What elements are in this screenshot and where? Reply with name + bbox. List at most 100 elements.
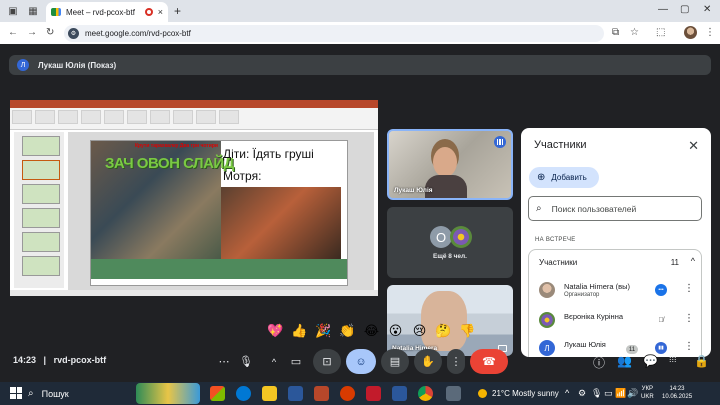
window-maximize-button[interactable]: ▢: [680, 4, 689, 15]
browser-tab-meet[interactable]: Meet – rvd-pcox-btf ×: [46, 2, 168, 22]
panel-title: Участники: [534, 139, 587, 151]
search-people-input[interactable]: ⌕ Поиск пользователей: [528, 196, 702, 221]
reaction-thumbs-up[interactable]: 👍: [288, 320, 311, 342]
tray-overflow-icon[interactable]: ^: [565, 388, 569, 398]
store-app-icon[interactable]: [288, 386, 303, 401]
copilot-app-icon[interactable]: [210, 386, 225, 401]
forward-button[interactable]: →: [27, 27, 37, 38]
speaking-indicator-icon: ▮▮: [655, 342, 667, 354]
address-bar[interactable]: ⚙ meet.google.com/rvd-pcox-btf: [64, 25, 604, 42]
meet-favicon-icon: [51, 8, 61, 16]
chrome-app-icon[interactable]: [418, 386, 433, 401]
search-highlight-image[interactable]: [136, 383, 200, 404]
tray-display-icon[interactable]: ▭: [604, 388, 613, 399]
recording-indicator-icon: [144, 8, 153, 16]
taskbar-search[interactable]: ⌕ Пошук: [28, 385, 138, 402]
present-screen-button[interactable]: ⊡: [313, 349, 341, 374]
extensions-icon[interactable]: ⬚: [656, 27, 665, 38]
list-item[interactable]: Natalia Himera (вы) Организатор ••• ⋮: [529, 276, 703, 304]
emoji-reactions-button[interactable]: ☺: [346, 349, 376, 374]
reaction-laugh[interactable]: 😂: [360, 320, 383, 342]
list-item[interactable]: Л Лукаш Юлія ▮▮ ⋮: [529, 334, 703, 357]
more-participants-tile[interactable]: O Ещё 8 чел.: [387, 207, 513, 278]
avatar: [539, 312, 555, 328]
participants-group: Участники 11 ^ Natalia Himera (вы) Орган…: [528, 249, 702, 357]
new-tab-button[interactable]: +: [174, 4, 181, 18]
taskbar-clock[interactable]: 14:23 10.06.2025: [662, 385, 692, 401]
participant-menu-icon[interactable]: ⋮: [684, 313, 694, 324]
meeting-info-icon[interactable]: ⓘ: [593, 354, 605, 371]
reaction-thinking[interactable]: 🤔: [432, 320, 455, 342]
sun-icon: [478, 389, 487, 398]
chevron-up-icon[interactable]: ^: [264, 349, 284, 374]
raise-hand-button[interactable]: ✋: [414, 349, 442, 374]
meeting-code: rvd-pcox-btf: [53, 355, 107, 365]
translate-icon[interactable]: ⧉: [612, 27, 619, 38]
app-icon[interactable]: [446, 386, 461, 401]
avatar: [539, 282, 555, 298]
wifi-icon[interactable]: 📶: [615, 388, 626, 399]
edge-app-icon[interactable]: [236, 386, 251, 401]
bookmark-star-icon[interactable]: ☆: [630, 27, 639, 38]
reaction-surprised[interactable]: 😮: [384, 320, 407, 342]
weather-widget[interactable]: 21°C Mostly sunny: [478, 389, 559, 398]
language-indicator[interactable]: УКР UKR: [641, 385, 654, 401]
profile-avatar[interactable]: [684, 26, 697, 39]
group-label[interactable]: Участники: [539, 258, 577, 267]
slide-thumbnail: [22, 160, 60, 180]
reaction-party[interactable]: 🎉: [312, 320, 335, 342]
participant-name: Лукаш Юлія: [564, 340, 606, 349]
close-icon[interactable]: ✕: [688, 138, 699, 154]
list-item[interactable]: Вєроніка Курінна 🎙̸ ⋮: [529, 306, 703, 334]
powerpoint-ribbon: [10, 108, 378, 130]
reload-button[interactable]: ↻: [46, 27, 54, 38]
window-minimize-button[interactable]: —: [658, 4, 668, 15]
opera-app-icon[interactable]: [340, 386, 355, 401]
clock-date: 10.06.2025: [662, 394, 693, 400]
participant-menu-icon[interactable]: ⋮: [684, 283, 694, 294]
avatar: Л: [539, 340, 555, 356]
more-actions-button[interactable]: ⋮: [447, 349, 465, 374]
windows-start-icon[interactable]: [10, 387, 22, 399]
powerpoint-app-icon[interactable]: [314, 386, 329, 401]
reaction-sad[interactable]: 😢: [408, 320, 431, 342]
tab-list-icon[interactable]: ▦: [26, 4, 40, 18]
add-people-label: Добавить: [551, 173, 587, 182]
people-icon[interactable]: 👥: [617, 354, 632, 368]
reactions-bar: 💖 👍 🎉 👏 😂 😮 😢 🤔 👎: [264, 320, 479, 342]
reaction-clap[interactable]: 👏: [336, 320, 359, 342]
host-controls-icon[interactable]: 🔒: [694, 354, 709, 368]
add-people-button[interactable]: ⊕ Добавить: [529, 167, 599, 188]
browser-menu-icon[interactable]: ⋮: [705, 27, 715, 38]
slide-photo-character: [221, 187, 341, 259]
app-icon[interactable]: [366, 386, 381, 401]
more-state-icon: •••: [655, 284, 667, 296]
camera-icon[interactable]: ▭: [284, 349, 308, 374]
reaction-heart[interactable]: 💖: [264, 320, 287, 342]
tray-settings-icon[interactable]: ⚙: [578, 388, 586, 399]
tray-mic-icon[interactable]: 🎙: [591, 388, 602, 399]
more-participants-label: Ещё 8 чел.: [433, 253, 467, 260]
chevron-up-icon[interactable]: ^: [691, 256, 695, 266]
weather-text: 21°C Mostly sunny: [492, 389, 559, 398]
chat-icon[interactable]: 💬: [643, 354, 658, 368]
people-count-badge: 11: [626, 345, 638, 354]
end-call-button[interactable]: ☎: [470, 349, 508, 374]
word-app-icon[interactable]: [392, 386, 407, 401]
activities-icon[interactable]: ⁞⁞⁞: [669, 354, 677, 364]
tab-close-icon[interactable]: ×: [158, 7, 163, 17]
mic-icon[interactable]: 🎙: [234, 349, 258, 374]
file-explorer-app-icon[interactable]: [262, 386, 277, 401]
slide-footer-strip: [91, 259, 347, 279]
site-info-icon[interactable]: ⚙: [68, 28, 79, 39]
participant-tile-lukash[interactable]: Лукаш Юлія: [387, 129, 513, 200]
profile-menu-icon[interactable]: ▣: [6, 4, 20, 18]
volume-icon[interactable]: 🔊: [627, 388, 638, 399]
captions-button[interactable]: ▤: [381, 349, 409, 374]
window-close-button[interactable]: ✕: [703, 4, 711, 15]
participant-menu-icon[interactable]: ⋮: [684, 341, 694, 352]
group-count: 11: [670, 258, 679, 267]
more-options-button[interactable]: ⋯: [212, 349, 236, 374]
reaction-thumbs-down[interactable]: 👎: [456, 320, 479, 342]
back-button[interactable]: ←: [8, 27, 18, 38]
